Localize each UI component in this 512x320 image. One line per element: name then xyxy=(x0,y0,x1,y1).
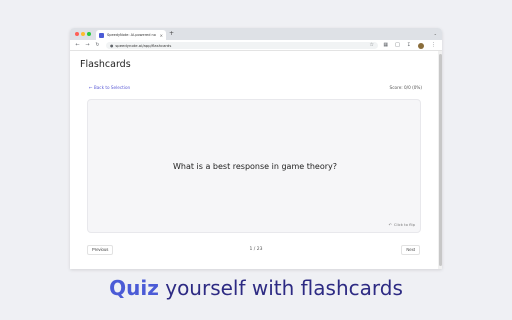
caption-rest: yourself with flashcards xyxy=(158,276,403,300)
browser-window: SpeedyNote: AI-powered no × + ⌄ ← → ↻ ● … xyxy=(70,28,442,269)
promo-caption: Quiz yourself with flashcards xyxy=(0,276,512,300)
close-window-button[interactable] xyxy=(75,32,79,36)
new-tab-button[interactable]: + xyxy=(169,30,174,38)
scrollbar-thumb[interactable] xyxy=(438,54,442,266)
forward-icon[interactable]: → xyxy=(85,40,90,51)
score-text: Score: 0/0 (0%) xyxy=(389,85,422,90)
flip-hint-label: Click to flip xyxy=(393,222,415,227)
download-icon[interactable]: ↧ xyxy=(407,42,411,49)
browser-tab[interactable]: SpeedyNote: AI-powered no × xyxy=(96,30,166,40)
avatar[interactable] xyxy=(418,42,424,49)
caption-bold: Quiz xyxy=(109,276,159,300)
minimize-window-button[interactable] xyxy=(81,32,85,36)
tab-close-icon[interactable]: × xyxy=(160,33,163,38)
menu-icon[interactable]: ⋮ xyxy=(431,42,436,49)
flashcard[interactable]: What is a best response in game theory? … xyxy=(87,99,421,233)
lock-icon: ● xyxy=(110,43,114,48)
tab-bar: SpeedyNote: AI-powered no × + ⌄ xyxy=(70,28,442,40)
reload-icon[interactable]: ↻ xyxy=(95,40,100,51)
tab-search-icon[interactable]: ⌄ xyxy=(434,31,437,36)
side-panel-icon[interactable]: □ xyxy=(395,42,400,49)
tab-title: SpeedyNote: AI-powered no xyxy=(107,33,156,37)
flip-icon: ↶ xyxy=(388,222,392,227)
page-content: Flashcards ← Back to Selection Score: 0/… xyxy=(70,51,442,269)
page-title: Flashcards xyxy=(80,59,131,70)
back-icon[interactable]: ← xyxy=(75,40,80,51)
star-icon[interactable]: ☆ xyxy=(370,42,374,49)
maximize-window-button[interactable] xyxy=(87,32,91,36)
extension-icon[interactable]: ▦ xyxy=(383,42,388,49)
favicon-icon xyxy=(99,32,104,38)
flashcard-question: What is a best response in game theory? xyxy=(172,162,338,171)
back-to-selection-link[interactable]: ← Back to Selection xyxy=(89,85,130,90)
toolbar-icons: ▦ □ ↧ ⋮ xyxy=(383,42,436,49)
browser-toolbar: ← → ↻ ● speedynote.ai/app/flashcards ☆ ▦… xyxy=(70,40,442,51)
address-bar[interactable]: ● speedynote.ai/app/flashcards ☆ xyxy=(106,42,378,49)
card-counter: 1 / 23 xyxy=(249,247,263,252)
url-text[interactable]: speedynote.ai/app/flashcards xyxy=(115,43,171,48)
flip-hint[interactable]: ↶ Click to flip xyxy=(389,222,415,227)
next-button[interactable]: Next xyxy=(401,245,420,255)
